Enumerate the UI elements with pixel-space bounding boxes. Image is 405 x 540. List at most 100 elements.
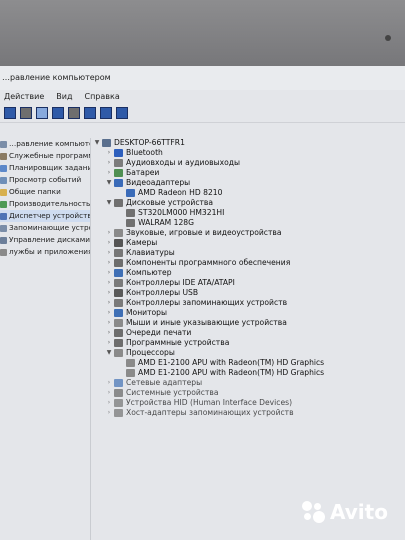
up-folder-icon[interactable] [20,107,32,119]
help-icon[interactable] [84,107,96,119]
device-label: Процессоры [126,348,175,357]
device-tree-item[interactable]: › Компьютер [92,268,405,278]
expand-arrow-icon[interactable]: › [104,238,114,248]
device-label: Мыши и иные указывающие устройства [126,318,287,327]
device-icon [126,189,135,197]
device-icon [114,399,123,407]
expand-arrow-icon[interactable]: › [104,258,114,268]
device-icon [114,199,123,207]
expand-arrow-icon[interactable]: › [104,408,114,418]
expand-arrow-icon[interactable]: ▼ [92,138,102,148]
webcam-icon [385,35,391,41]
device-icon [114,169,123,177]
expand-arrow-icon[interactable]: ▼ [104,348,114,358]
device-tree-item[interactable]: › Клавиатуры [92,248,405,258]
nav-item[interactable]: Диспетчер устройств [0,210,90,222]
device-tree-item[interactable]: ▼ Видеоадаптеры [92,178,405,188]
device-tree-item[interactable]: › Сетевые адаптеры [92,378,405,388]
device-tree-item[interactable]: ▼ DESKTOP-66TTFR1 [92,138,405,148]
device-label: AMD Radeon HD 8210 [138,188,223,197]
device-tree-item[interactable]: › Звуковые, игровые и видеоустройства [92,228,405,238]
device-label: Контроллеры IDE ATA/ATAPI [126,278,235,287]
device-label: Компьютер [126,268,172,277]
device-tree-item[interactable]: › Программные устройства [92,338,405,348]
monitor-icon[interactable] [116,107,128,119]
device-tree-item[interactable]: › Аудиовходы и аудиовыходы [92,158,405,168]
menu-help[interactable]: Справка [84,90,119,104]
expand-arrow-icon[interactable]: › [104,388,114,398]
device-tree-item[interactable]: AMD Radeon HD 8210 [92,188,405,198]
nav-item[interactable]: Просмотр событий [0,174,90,186]
device-tree-item[interactable]: › Очереди печати [92,328,405,338]
device-tree-item[interactable]: › Контроллеры USB [92,288,405,298]
device-label: Мониторы [126,308,167,317]
device-icon [126,219,135,227]
expand-arrow-icon[interactable]: ▼ [104,198,114,208]
expand-arrow-icon[interactable]: › [104,308,114,318]
nav-item[interactable]: Общие папки [0,186,90,198]
expand-arrow-icon[interactable]: › [104,378,114,388]
device-label: Очереди печати [126,328,192,337]
expand-arrow-icon[interactable]: › [104,338,114,348]
nav-item[interactable]: Запоминающие устройст [0,222,90,234]
nav-item-icon [0,248,7,256]
device-label: Компоненты программного обеспечения [126,258,291,267]
device-icon [114,349,123,357]
device-tree-item[interactable]: › Контроллеры IDE ATA/ATAPI [92,278,405,288]
device-tree-item[interactable]: › Компоненты программного обеспечения [92,258,405,268]
nav-item-label: …равление компьютером (л [9,139,90,148]
device-icon [114,259,123,267]
device-tree-item[interactable]: › Мыши и иные указывающие устройства [92,318,405,328]
back-icon[interactable] [4,107,16,119]
device-label: Видеоадаптеры [126,178,191,187]
expand-arrow-icon[interactable]: ▼ [104,178,114,188]
device-tree-item[interactable]: WALRAM 128G [92,218,405,228]
device-icon [114,299,123,307]
expand-arrow-icon[interactable]: › [104,248,114,258]
expand-arrow-icon[interactable]: › [104,268,114,278]
expand-arrow-icon[interactable]: › [104,298,114,308]
device-tree-item[interactable]: › Батареи [92,168,405,178]
expand-arrow-icon[interactable]: › [104,288,114,298]
device-tree-item[interactable]: ▼ Процессоры [92,348,405,358]
expand-arrow-icon[interactable]: › [104,328,114,338]
device-tree-item[interactable]: › Мониторы [92,308,405,318]
nav-item[interactable]: …равление компьютером (л [0,138,90,150]
device-label: WALRAM 128G [138,218,195,227]
expand-arrow-icon[interactable]: › [104,168,114,178]
device-tree-item[interactable]: AMD E1-2100 APU with Radeon(TM) HD Graph… [92,368,405,378]
device-tree-item[interactable]: ▼ Дисковые устройства [92,198,405,208]
properties-icon[interactable] [52,107,64,119]
expand-arrow-icon[interactable]: › [104,158,114,168]
show-tree-icon[interactable] [36,107,48,119]
scan-hardware-icon[interactable] [100,107,112,119]
nav-item-label: лужбы и приложения [9,247,91,256]
device-label: Bluetooth [126,148,163,157]
nav-item[interactable]: Планировщик заданий [0,162,90,174]
device-tree-item[interactable]: › Устройства HID (Human Interface Devices… [92,398,405,408]
nav-item-icon [0,200,7,208]
expand-arrow-icon[interactable]: › [104,318,114,328]
expand-arrow-icon[interactable]: › [104,228,114,238]
device-tree-item[interactable]: AMD E1-2100 APU with Radeon(TM) HD Graph… [92,358,405,368]
device-tree-item[interactable]: ST320LM000 HM321HI [92,208,405,218]
device-tree-item[interactable]: › Камеры [92,238,405,248]
expand-arrow-icon[interactable]: › [104,398,114,408]
nav-item[interactable]: Служебные программы [0,150,90,162]
refresh-icon[interactable] [68,107,80,119]
nav-item[interactable]: Производительность [0,198,90,210]
device-label: Программные устройства [126,338,230,347]
avito-watermark: Avito [300,497,400,527]
device-tree-item[interactable]: › Bluetooth [92,148,405,158]
nav-item-label: Планировщик заданий [9,163,91,172]
expand-arrow-icon[interactable]: › [104,278,114,288]
menu-action[interactable]: Действие [4,90,44,104]
nav-item[interactable]: Управление дисками [0,234,90,246]
nav-item[interactable]: лужбы и приложения [0,246,90,258]
device-tree-item[interactable]: › Хост-адаптеры запоминающих устройств [92,408,405,418]
device-tree-item[interactable]: › Системные устройства [92,388,405,398]
device-tree-item[interactable]: › Контроллеры запоминающих устройств [92,298,405,308]
menu-view[interactable]: Вид [56,90,72,104]
expand-arrow-icon[interactable]: › [104,148,114,158]
nav-item-icon [0,164,7,172]
